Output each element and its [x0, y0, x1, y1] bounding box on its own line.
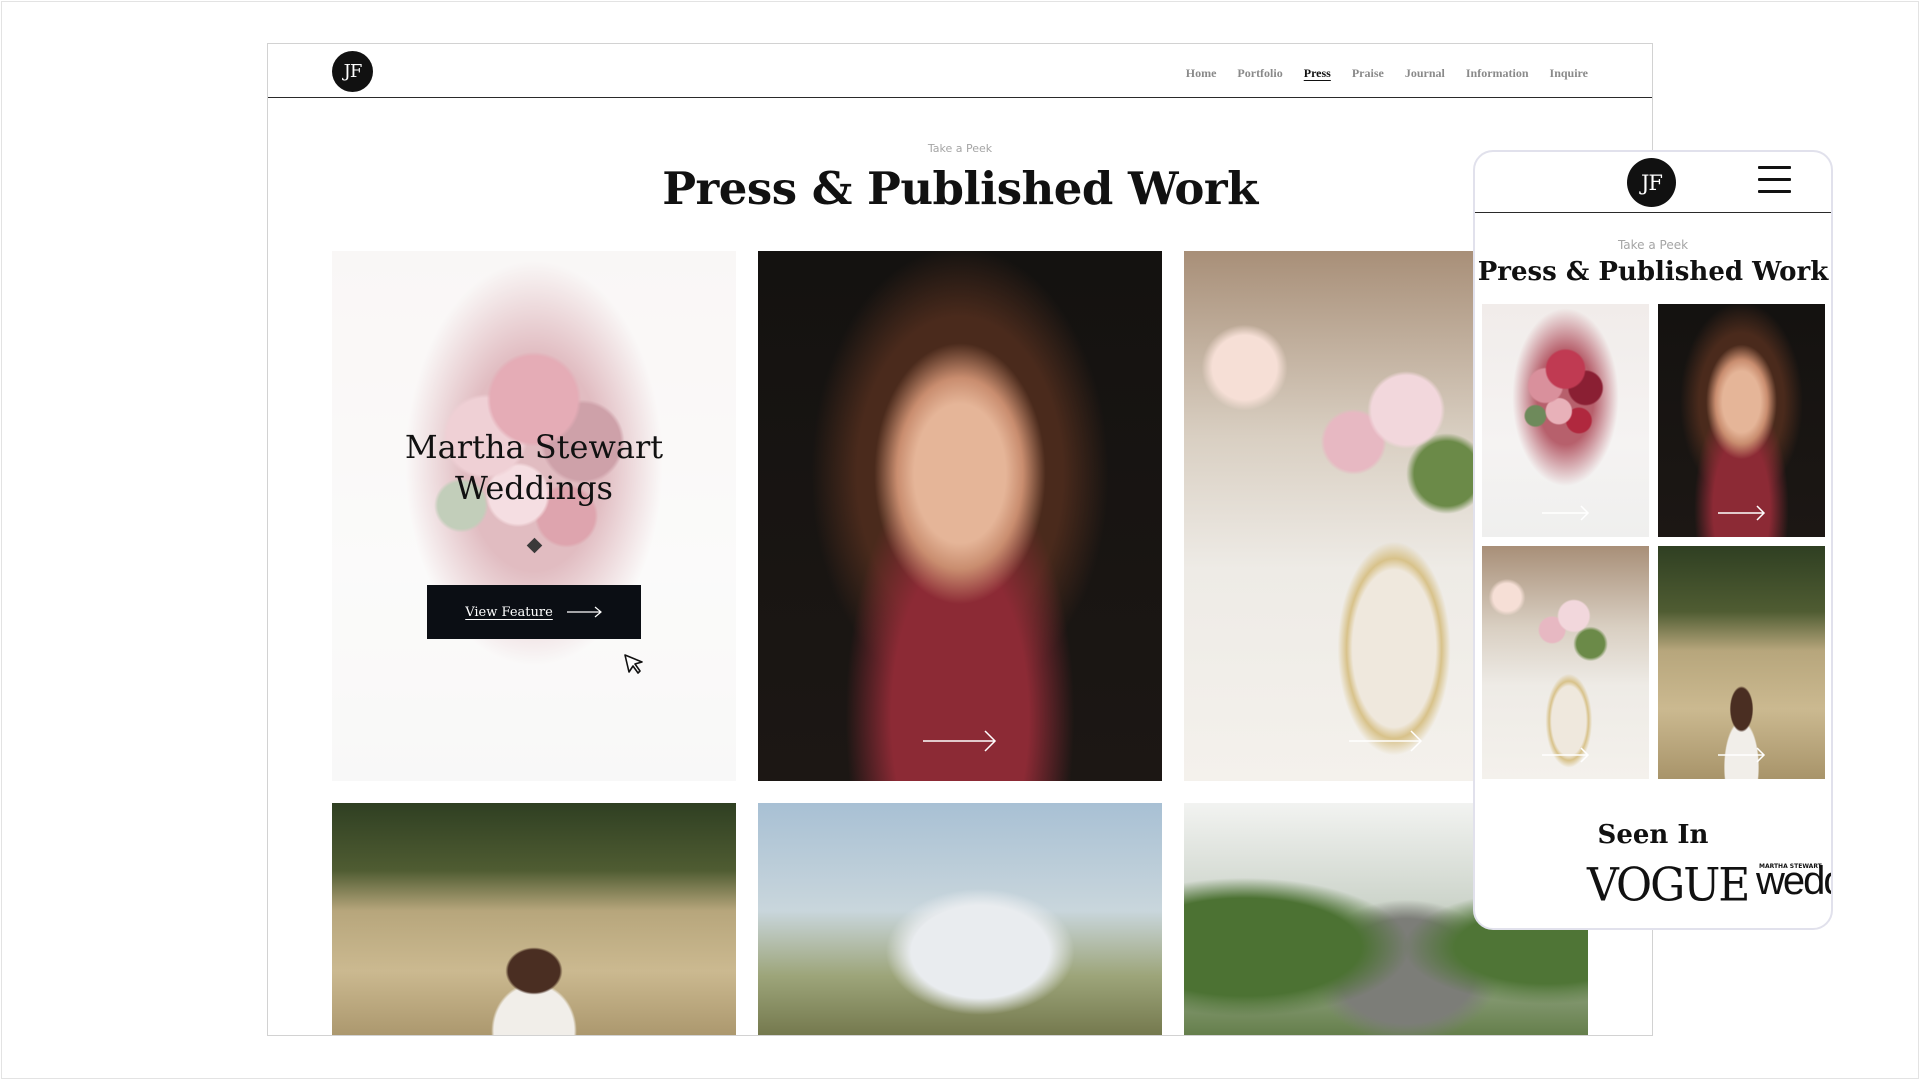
mobile-mockup: JF Take a Peek Press & Published Work Se…: [1473, 150, 1833, 930]
nav-journal[interactable]: Journal: [1405, 66, 1445, 81]
nav-portfolio[interactable]: Portfolio: [1237, 66, 1282, 81]
mobile-tile-bouquet[interactable]: [1482, 304, 1649, 537]
page-title: Press & Published Work: [1477, 257, 1829, 287]
site-logo[interactable]: JF: [1627, 158, 1676, 207]
martha-stewart-weddings-logo: wedd: [1756, 859, 1831, 903]
mobile-tile-tablescape[interactable]: [1482, 546, 1649, 779]
hamburger-menu-icon[interactable]: [1758, 166, 1791, 194]
feature-title-line2: Weddings: [455, 469, 613, 507]
seen-in-title: Seen In: [1597, 820, 1709, 850]
tile-hover-overlay: [332, 251, 736, 781]
nav-inquire[interactable]: Inquire: [1550, 66, 1588, 81]
feature-title-line1: Martha Stewart: [404, 428, 664, 466]
view-feature-label: View Feature: [465, 604, 553, 620]
vogue-logo: VOGUE: [1587, 858, 1750, 913]
desktop-header: JF Home Portfolio Press Praise Journal I…: [268, 44, 1652, 98]
press-tile-bouquet[interactable]: Martha Stewart Weddings View Feature: [332, 251, 736, 781]
nav-praise[interactable]: Praise: [1352, 66, 1384, 81]
press-tile-couple-veil[interactable]: [758, 803, 1162, 1035]
nav-information[interactable]: Information: [1466, 66, 1529, 81]
site-logo[interactable]: JF: [332, 51, 373, 92]
mobile-tile-portrait[interactable]: [1658, 304, 1825, 537]
nav-home[interactable]: Home: [1186, 66, 1217, 81]
arrow-right-icon: [1349, 730, 1423, 752]
arrow-right-icon: [566, 606, 602, 618]
arrow-right-icon: [1542, 505, 1590, 521]
section-eyebrow: Take a Peek: [927, 142, 993, 155]
mobile-tile-field-portrait[interactable]: [1658, 546, 1825, 779]
nav-press[interactable]: Press: [1304, 66, 1331, 81]
page-title: Press & Published Work: [662, 162, 1258, 215]
arrow-right-icon: [923, 730, 997, 752]
mouse-pointer-icon: [624, 654, 643, 674]
press-tile-portrait[interactable]: [758, 251, 1162, 781]
arrow-right-icon: [1718, 505, 1766, 521]
desktop-mockup: JF Home Portfolio Press Praise Journal I…: [267, 43, 1653, 1036]
section-eyebrow: Take a Peek: [1617, 238, 1689, 252]
view-feature-button[interactable]: View Feature: [427, 585, 641, 639]
arrow-right-icon: [1718, 747, 1766, 763]
mobile-header: JF: [1475, 152, 1831, 213]
press-tile-field-portrait[interactable]: [332, 803, 736, 1035]
feature-title: Martha Stewart Weddings: [332, 427, 736, 509]
arrow-right-icon: [1542, 747, 1590, 763]
main-nav: Home Portfolio Press Praise Journal Info…: [1186, 66, 1588, 81]
